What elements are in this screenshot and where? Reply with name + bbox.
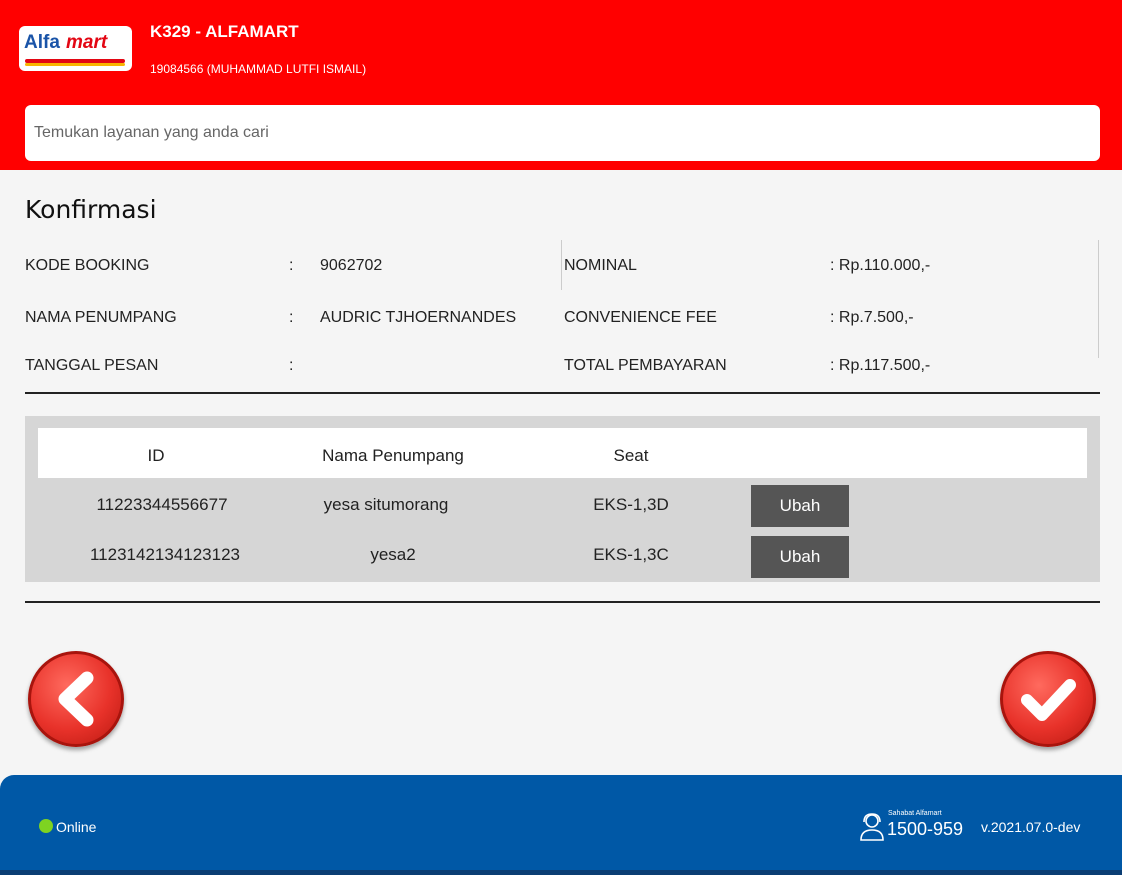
support-label: Sahabat Alfamart [888,810,942,817]
footer-bar: Online Sahabat Alfamart 1500-959 v.2021.… [0,775,1122,875]
store-name: K329 - ALFAMART [150,22,299,41]
divider-top [25,392,1100,394]
column-divider-right [1098,240,1099,358]
logo-text-mart: mart [66,32,108,53]
row-nama: yesa situmorang [323,495,449,514]
confirm-button[interactable] [1000,651,1096,747]
label-nama-penumpang: NAMA PENUMPANG [25,309,177,326]
column-header-nama: Nama Penumpang [322,446,464,465]
search-input[interactable] [25,105,1100,161]
value-nama-penumpang: AUDRIC TJHOERNANDES [320,309,517,326]
row-seat: EKS-1,3C [593,545,669,564]
support-number: 1500-959 [887,819,964,839]
app-version: v.2021.07.0-dev [981,819,1081,835]
value-nominal: : Rp.110.000,- [830,257,931,274]
value-kode-booking: 9062702 [320,257,383,274]
online-status-icon [39,819,53,833]
table-header [38,428,1087,478]
value-total-pembayaran: : Rp.117.500,- [830,357,931,374]
row-nama: yesa2 [370,545,416,564]
divider-bottom [25,601,1100,603]
label-total-pembayaran: TOTAL PEMBAYARAN [564,357,727,374]
separator-tanggal-pesan: : [289,357,294,374]
label-tanggal-pesan: TANGGAL PESAN [25,357,159,374]
user-info: 19084566 (MUHAMMAD LUTFI ISMAIL) [150,62,367,76]
alfamart-logo: Alfa mart [19,26,132,71]
ubah-button[interactable]: Ubah [751,485,849,527]
row-seat: EKS-1,3D [593,495,669,514]
back-button[interactable] [28,651,124,747]
ubah-button[interactable]: Ubah [751,536,849,578]
page-title: Konfirmasi [25,195,157,224]
chevron-left-icon [58,671,94,727]
column-header-id: ID [147,446,165,465]
column-divider [561,240,562,290]
checkmark-icon [1021,679,1076,721]
headset-icon [860,813,884,841]
status-text: Online [56,819,97,835]
separator-kode-booking: : [289,257,294,274]
row-id: 1123142134123123 [89,545,241,564]
label-kode-booking: KODE BOOKING [25,257,150,274]
logo-stripe-yellow [25,63,125,66]
label-nominal: NOMINAL [564,257,637,274]
separator-nama-penumpang: : [289,309,294,326]
logo-text-alfa: Alfa [24,32,60,53]
label-convenience-fee: CONVENIENCE FEE [564,309,717,326]
row-id: 11223344556677 [96,495,228,514]
header-bar: Alfa mart K329 - ALFAMART 19084566 (MUHA… [0,0,1122,170]
column-header-seat: Seat [613,446,649,465]
value-convenience-fee: : Rp.7.500,- [830,309,914,326]
